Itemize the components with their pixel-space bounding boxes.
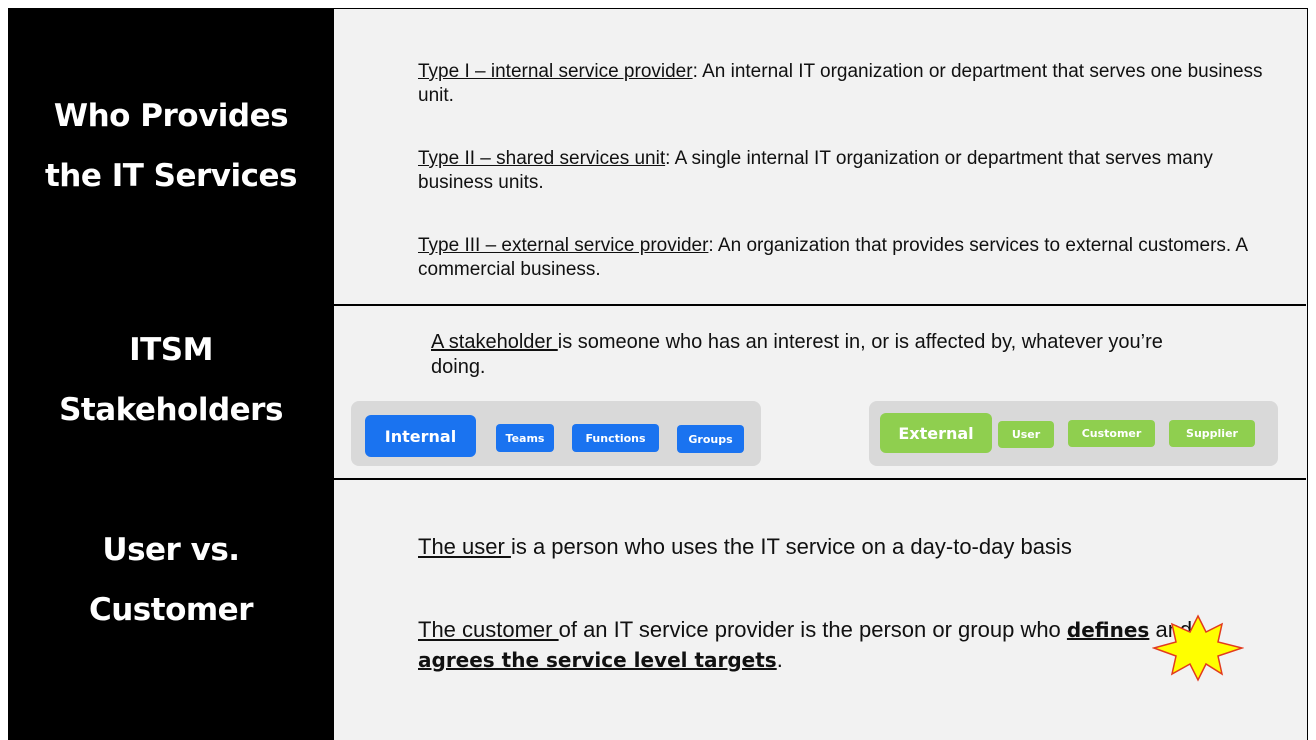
- provider-term: Type III – external service provider: [418, 235, 709, 256]
- internal-item-teams: Teams: [496, 424, 554, 452]
- heading-user-vs-customer: User vs. Customer: [8, 520, 334, 640]
- provider-term: Type II – shared services unit: [418, 148, 666, 169]
- heading-line: ITSM: [129, 332, 213, 368]
- user-definition: The user is a person who uses the IT ser…: [418, 532, 1198, 561]
- internal-item-functions: Functions: [572, 424, 659, 452]
- internal-label: Internal: [365, 415, 476, 457]
- user-term: The user: [418, 534, 511, 559]
- user-description: is a person who uses the IT service on a…: [510, 534, 1072, 559]
- stakeholder-definition: A stakeholder is someone who has an inte…: [431, 330, 1191, 380]
- emphasis-defines: defines: [1066, 618, 1150, 642]
- heading-line: the IT Services: [44, 158, 298, 194]
- stakeholder-term: A stakeholder: [431, 331, 558, 353]
- heading-itsm-stakeholders: ITSM Stakeholders: [8, 320, 334, 440]
- external-item-user: User: [998, 421, 1054, 448]
- heading-line: Customer: [88, 592, 254, 628]
- provider-type-2: Type II – shared services unit: A single…: [418, 147, 1278, 195]
- customer-description: .: [776, 647, 783, 672]
- section-divider: [334, 304, 1306, 306]
- heading-line: Who Provides: [53, 98, 289, 134]
- provider-term: Type I – internal service provider: [418, 61, 693, 82]
- internal-item-groups: Groups: [677, 425, 744, 453]
- emphasis-service-level-targets: agrees the service level targets: [418, 648, 777, 672]
- external-item-supplier: Supplier: [1169, 420, 1255, 447]
- customer-definition: The customer of an IT service provider i…: [418, 615, 1198, 675]
- customer-description: of an IT service provider is the person …: [558, 617, 1067, 642]
- heading-who-provides: Who Provides the IT Services: [8, 86, 334, 206]
- heading-line: Stakeholders: [59, 392, 283, 428]
- external-item-customer: Customer: [1068, 420, 1155, 447]
- heading-line: User vs.: [102, 532, 240, 568]
- star-burst-icon: [1152, 614, 1244, 682]
- slide: Who Provides the IT Services ITSM Stakeh…: [0, 0, 1316, 740]
- provider-type-3: Type III – external service provider: An…: [418, 234, 1278, 282]
- provider-type-1: Type I – internal service provider: An i…: [418, 60, 1278, 108]
- external-label: External: [880, 413, 992, 453]
- section-divider: [334, 478, 1306, 480]
- customer-term: The customer: [418, 617, 559, 642]
